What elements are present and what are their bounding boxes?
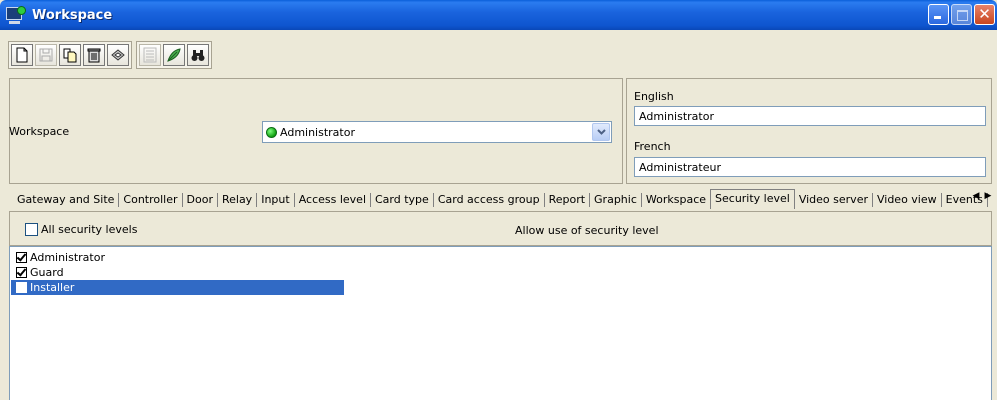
security-level-list[interactable]: Administrator Guard Installer [9,246,992,400]
list-item[interactable]: Installer [11,280,344,295]
tab-security-level[interactable]: Security level [710,189,795,209]
list-button[interactable] [139,44,161,66]
english-label: English [634,90,674,103]
close-icon: ✕ [978,5,991,23]
checkbox[interactable] [16,282,27,293]
chevron-down-icon[interactable] [592,123,610,141]
allow-use-label: Allow use of security level [515,224,659,237]
security-header: All security levels Allow use of securit… [10,212,991,246]
list-item-label: Installer [30,281,75,294]
french-field[interactable]: Administrateur [634,157,986,177]
workspace-label: Workspace [9,125,70,138]
tab-door[interactable]: Door [183,193,218,207]
tab-video-server[interactable]: Video server [795,193,873,207]
tab-gateway-and-site[interactable]: Gateway and Site [13,193,120,207]
tab-report[interactable]: Report [545,193,591,207]
find-button[interactable] [187,44,209,66]
feather-button[interactable] [163,44,185,66]
copy-icon [63,48,77,63]
french-label: French [634,140,671,153]
binoculars-icon [191,50,205,61]
tab-graphic[interactable]: Graphic [590,193,642,207]
new-icon [16,47,28,63]
all-security-levels-row[interactable]: All security levels [25,223,137,236]
list-item-label: Guard [30,266,64,279]
print-button[interactable] [107,44,129,66]
new-button[interactable] [11,44,33,66]
copy-button[interactable] [59,44,81,66]
tab-card-access-group[interactable]: Card access group [434,193,545,207]
tab-strip: Gateway and Site Controller Door Relay I… [13,189,988,210]
print-icon [111,49,125,61]
tab-scroll-right-icon[interactable]: ▶ [983,191,993,201]
list-item-label: Administrator [30,251,105,264]
list-icon [143,47,157,63]
toolbar-group-file [8,41,132,69]
english-field[interactable]: Administrator [634,106,986,126]
all-security-levels-label: All security levels [41,223,138,236]
checkbox[interactable] [16,267,27,278]
tab-relay[interactable]: Relay [218,193,258,207]
tab-access-level[interactable]: Access level [295,193,371,207]
tab-scroll: ◀ ▶ [971,191,993,201]
feather-icon [167,48,181,62]
minimize-button[interactable] [928,4,949,25]
status-dot-icon [266,126,277,138]
tab-scroll-left-icon[interactable]: ◀ [971,191,981,201]
tab-input[interactable]: Input [257,193,295,207]
list-item[interactable]: Guard [11,265,64,280]
delete-button[interactable] [83,44,105,66]
save-button[interactable] [35,44,57,66]
workspace-select-value: Administrator [280,125,355,139]
tab-video-view[interactable]: Video view [873,193,942,207]
title-bar[interactable]: Workspace ✕ [0,0,997,30]
toolbar [8,39,212,71]
close-button[interactable]: ✕ [974,4,995,25]
window-title: Workspace [32,7,113,23]
tab-workspace[interactable]: Workspace [642,193,710,207]
app-icon [6,6,26,24]
workspace-select[interactable]: Administrator [262,121,612,143]
delete-icon [87,48,101,63]
checkbox[interactable] [16,252,27,263]
tab-controller[interactable]: Controller [119,193,183,207]
list-item[interactable]: Administrator [11,250,105,265]
toolbar-group-tools [136,41,212,69]
save-icon [39,48,53,62]
tab-card-type[interactable]: Card type [371,193,434,207]
all-security-levels-checkbox[interactable] [25,223,38,236]
maximize-button[interactable] [951,4,972,25]
